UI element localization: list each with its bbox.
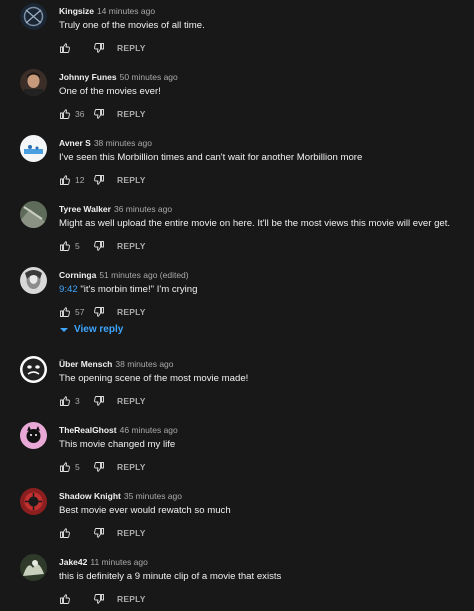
avatar[interactable] <box>20 422 47 449</box>
comment-actions: REPLY <box>59 592 146 606</box>
thumbs-up-icon[interactable] <box>59 461 71 473</box>
chevron-down-icon <box>60 327 68 332</box>
thumbs-down-icon[interactable] <box>93 240 105 252</box>
comment-time[interactable]: 35 minutes ago <box>124 491 182 501</box>
thumbs-up-icon[interactable] <box>59 108 71 120</box>
comment-actions: REPLY <box>59 526 146 540</box>
avatar[interactable] <box>20 135 47 162</box>
comment-text: I've seen this Morbillion times and can'… <box>59 152 363 163</box>
comment-author[interactable]: Über Mensch <box>59 359 112 369</box>
thumbs-down-icon[interactable] <box>93 42 105 54</box>
comment-time[interactable]: 38 minutes ago <box>94 138 152 148</box>
comment-text: this is definitely a 9 minute clip of a … <box>59 571 282 582</box>
comment-actions: 3 REPLY <box>59 394 146 408</box>
comment-text: This movie changed my life <box>59 439 176 450</box>
comment-author[interactable]: Kingsize <box>59 6 94 16</box>
reply-button[interactable]: REPLY <box>117 528 146 538</box>
comment-time[interactable]: 51 minutes ago (edited) <box>99 270 188 280</box>
avatar[interactable] <box>20 554 47 581</box>
like-count: 36 <box>75 109 85 119</box>
comment-author[interactable]: TheRealGhost <box>59 425 117 435</box>
comment-author[interactable]: Johnny Funes <box>59 72 117 82</box>
reply-button[interactable]: REPLY <box>117 109 146 119</box>
comment-time[interactable]: 36 minutes ago <box>114 204 172 214</box>
thumbs-up-icon[interactable] <box>59 174 71 186</box>
video-timestamp-link[interactable]: 9:42 <box>59 284 78 295</box>
comment-time[interactable]: 14 minutes ago <box>97 6 155 16</box>
comment-actions: 36 REPLY <box>59 107 146 121</box>
comment-time[interactable]: 11 minutes ago <box>90 557 148 567</box>
like-count: 3 <box>75 396 80 406</box>
comment-actions: REPLY <box>59 41 146 55</box>
reply-button[interactable]: REPLY <box>117 241 146 251</box>
comment-time[interactable]: 38 minutes ago <box>115 359 173 369</box>
thumbs-down-icon[interactable] <box>93 527 105 539</box>
thumbs-down-icon[interactable] <box>93 108 105 120</box>
comment-text: 9:42 "it's morbin time!" I'm crying <box>59 283 197 296</box>
comment-text: Might as well upload the entire movie on… <box>59 218 451 229</box>
avatar[interactable] <box>20 69 47 96</box>
like-count: 57 <box>75 307 85 317</box>
reply-button[interactable]: REPLY <box>117 594 146 604</box>
comment-text-body: "it's morbin time!" I'm crying <box>77 284 198 295</box>
thumbs-up-icon[interactable] <box>59 593 71 605</box>
thumbs-up-icon[interactable] <box>59 527 71 539</box>
avatar[interactable] <box>20 488 47 515</box>
thumbs-down-icon[interactable] <box>93 174 105 186</box>
reply-button[interactable]: REPLY <box>117 175 146 185</box>
comment-author[interactable]: Tyree Walker <box>59 204 111 214</box>
thumbs-down-icon[interactable] <box>93 593 105 605</box>
comment-text: Best movie ever would rewatch so much <box>59 505 231 516</box>
comment-actions: 5 REPLY <box>59 460 146 474</box>
avatar[interactable] <box>20 201 47 228</box>
like-count: 12 <box>75 175 85 185</box>
comment-actions: 57 REPLY <box>59 305 146 319</box>
reply-button[interactable]: REPLY <box>117 462 146 472</box>
thumbs-down-icon[interactable] <box>93 461 105 473</box>
comment-author[interactable]: Avner S <box>59 138 91 148</box>
thumbs-down-icon[interactable] <box>93 395 105 407</box>
avatar[interactable] <box>20 3 47 30</box>
reply-button[interactable]: REPLY <box>117 307 146 317</box>
thumbs-down-icon[interactable] <box>93 306 105 318</box>
reply-button[interactable]: REPLY <box>117 43 146 53</box>
comment-text: Truly one of the movies of all time. <box>59 20 205 31</box>
comment-time[interactable]: 50 minutes ago <box>120 72 178 82</box>
comment-text: One of the movies ever! <box>59 86 161 97</box>
like-count: 5 <box>75 462 80 472</box>
comment-author[interactable]: Shadow Knight <box>59 491 121 501</box>
thumbs-up-icon[interactable] <box>59 42 71 54</box>
avatar[interactable] <box>20 267 47 294</box>
thumbs-up-icon[interactable] <box>59 395 71 407</box>
view-reply-label: View reply <box>74 324 124 335</box>
comment-author[interactable]: Jake42 <box>59 557 87 567</box>
thumbs-up-icon[interactable] <box>59 240 71 252</box>
comment-author[interactable]: Corninga <box>59 270 96 280</box>
thumbs-up-icon[interactable] <box>59 306 71 318</box>
comment-time[interactable]: 46 minutes ago <box>120 425 178 435</box>
avatar[interactable] <box>20 356 47 383</box>
comment-text: The opening scene of the most movie made… <box>59 373 249 384</box>
like-count: 5 <box>75 241 80 251</box>
reply-button[interactable]: REPLY <box>117 396 146 406</box>
view-reply-button[interactable]: View reply <box>59 324 123 335</box>
comment-actions: 5 REPLY <box>59 239 146 253</box>
comment-actions: 12 REPLY <box>59 173 146 187</box>
